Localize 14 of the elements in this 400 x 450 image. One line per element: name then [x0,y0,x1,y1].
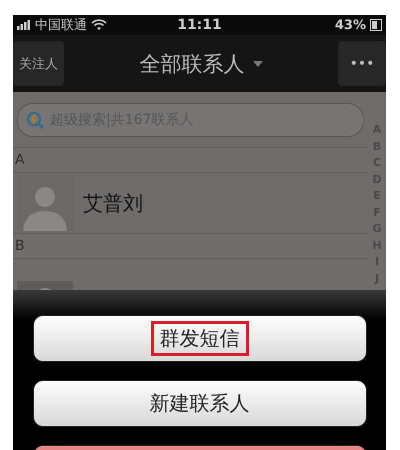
dropdown-caret-icon[interactable] [252,60,262,66]
wifi-icon [91,19,107,31]
action-button[interactable]: 群发短信 [32,315,366,362]
follow-button[interactable]: 关注人 [13,41,64,86]
signal-icon [17,20,31,30]
contact-row[interactable]: 艾普刘 [13,173,368,234]
battery-icon [370,19,382,31]
nav-title[interactable]: 全部联系人 [140,50,244,78]
carrier-name: 中国联通 [35,17,87,34]
clock-time: 11:11 [177,17,222,33]
action-button[interactable]: 新建联系人 [32,380,366,427]
contact-name: 艾普刘 [83,190,143,216]
more-button[interactable]: ••• [338,41,386,86]
battery-percent: 43% [334,18,366,32]
